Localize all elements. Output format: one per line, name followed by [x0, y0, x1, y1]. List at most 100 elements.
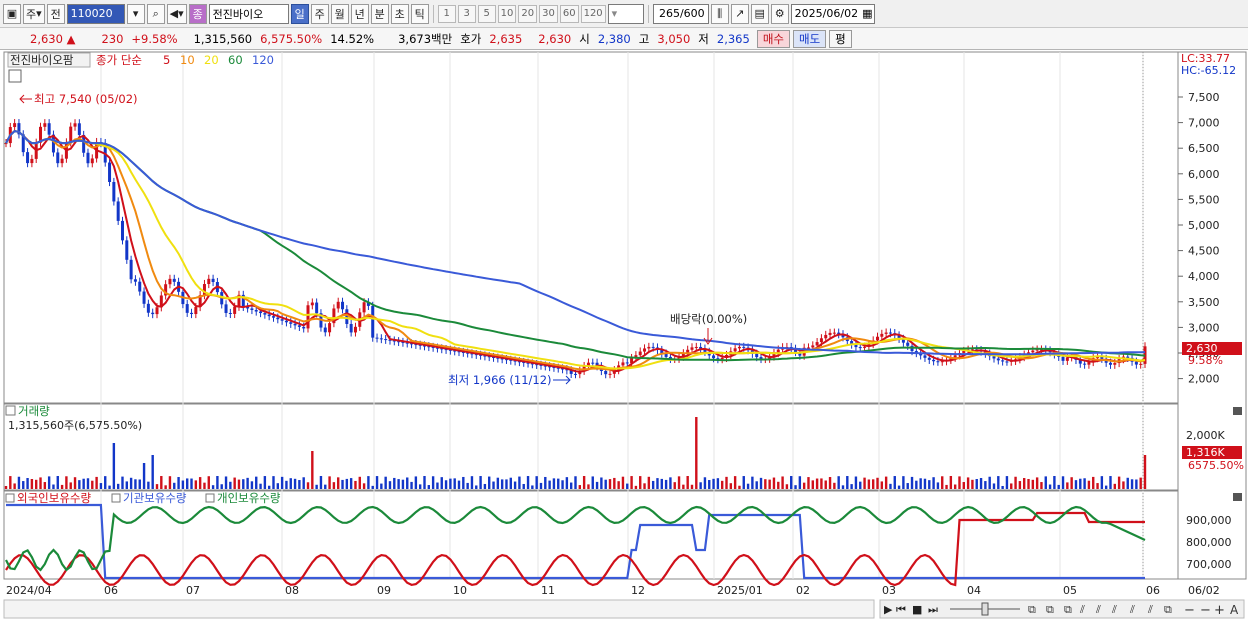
search-icon[interactable]: ⌕ — [146, 3, 165, 24]
stock-name-field[interactable]: 전진바이오 — [208, 3, 289, 24]
holding-legend-icon[interactable] — [5, 493, 15, 503]
volume-bar — [47, 476, 51, 489]
volume-bar — [194, 480, 198, 489]
volume-collapse-icon[interactable] — [1233, 407, 1242, 415]
candle-body — [737, 346, 741, 349]
volume-bar — [979, 478, 983, 489]
candle-type-icon[interactable]: ⫼ — [710, 3, 729, 24]
chart-canvas[interactable]: 전진바이오팜 종가 단순 5 10 20 60 120 LC:33.77 HC:-65.… — [0, 50, 1248, 621]
horizontal-scrollbar[interactable] — [3, 599, 875, 619]
interval-60-button[interactable]: 60 — [559, 4, 579, 23]
date-input[interactable]: 2025/06/02 ▦ — [790, 3, 875, 24]
ma-legend-120: 120 — [252, 53, 274, 67]
tool-c-icon[interactable]: ⫽ — [1111, 603, 1117, 616]
eval-button[interactable]: 평 — [829, 29, 852, 48]
font-size-icon[interactable]: A — [1230, 603, 1239, 617]
volume-panel-icon[interactable] — [5, 405, 16, 416]
code-dropdown-icon[interactable]: ▾ — [126, 3, 145, 24]
scroll-end-icon[interactable]: ⏭ — [928, 603, 938, 616]
volume-bar — [897, 485, 901, 489]
stock-code-input[interactable]: 110020 — [66, 3, 125, 24]
scroll-start-icon[interactable]: ⏮ — [896, 603, 906, 616]
calendar-icon[interactable]: ▦ — [862, 7, 872, 20]
panel-settings-icon[interactable] — [8, 69, 22, 83]
trade-amount: 3,673백만 — [398, 31, 453, 46]
interval-dropdown[interactable]: ▾ — [607, 3, 644, 24]
interval-5-button[interactable]: 5 — [477, 4, 496, 23]
tool-e-icon[interactable]: ⫽ — [1147, 603, 1153, 616]
volume-y-tick: 2,000K — [1186, 429, 1225, 442]
volume-bar — [470, 476, 474, 489]
volume-bar — [988, 476, 991, 489]
market-select[interactable]: 주 ▾ — [23, 3, 45, 24]
split-icon[interactable]: ⧉ — [1064, 603, 1072, 616]
interval-3-button[interactable]: 3 — [457, 4, 476, 23]
volume-bar — [617, 481, 620, 489]
draw-tool-icon[interactable]: ↗ — [730, 3, 749, 24]
volume-bar — [475, 485, 478, 489]
period-week-button[interactable]: 주 — [310, 3, 329, 24]
holding-collapse-icon[interactable] — [1233, 493, 1242, 501]
period-month-button[interactable]: 월 — [330, 3, 349, 24]
interval-10-button[interactable]: 10 — [497, 4, 517, 23]
holding-legend-icon[interactable] — [205, 493, 215, 503]
holding-legend-icon[interactable] — [111, 493, 121, 503]
y-tick-label: 5,000 — [1188, 219, 1220, 232]
volume-bar — [915, 480, 918, 489]
y-tick-label: 6,000 — [1188, 168, 1220, 181]
volume-bar — [720, 480, 724, 489]
tool-a-icon[interactable]: ⫽ — [1079, 603, 1085, 616]
volume-bar — [811, 480, 814, 489]
scroll-right-icon[interactable]: ▶ — [884, 603, 893, 616]
interval-1-button[interactable]: 1 — [437, 4, 456, 23]
volume-bar — [1122, 481, 1125, 489]
layout-icon[interactable]: ▣ — [3, 3, 21, 24]
interval-20-button[interactable]: 20 — [518, 4, 538, 23]
y-tick-label: 7,000 — [1188, 117, 1220, 130]
interval-30-button[interactable]: 30 — [539, 4, 558, 23]
period-year-button[interactable]: 년 — [350, 3, 369, 24]
tool-d-icon[interactable]: ⫽ — [1129, 603, 1135, 616]
candle-body — [574, 373, 577, 375]
zoom-out-icon[interactable]: − — [1200, 603, 1211, 618]
volume-bar — [772, 477, 776, 489]
candle-body — [142, 291, 146, 304]
period-second-button[interactable]: 초 — [390, 3, 409, 24]
volume-bar — [664, 479, 668, 489]
sell-button[interactable]: 매도 — [793, 29, 827, 48]
volume-bar — [1109, 476, 1112, 489]
zoom-in-icon[interactable]: + — [1214, 603, 1225, 618]
volume-bar — [846, 476, 849, 489]
volume-bar — [802, 482, 806, 489]
stop-icon[interactable]: ■ — [912, 603, 922, 616]
period-tick-button[interactable]: 틱 — [410, 3, 429, 24]
candle-body — [306, 305, 310, 329]
volume-bar — [1031, 479, 1035, 489]
interval-120-button[interactable]: 120 — [580, 4, 606, 23]
count-input[interactable]: 265/600 — [652, 3, 709, 24]
speaker-icon[interactable]: ◀▾ — [166, 3, 187, 24]
volume-bar — [116, 483, 120, 489]
prev-button[interactable]: 전 — [46, 3, 65, 24]
gear-icon[interactable]: ⚙ — [770, 3, 789, 24]
volume-bar — [190, 478, 193, 489]
volume-bar — [1001, 485, 1004, 489]
candle-body — [923, 355, 927, 358]
panel-icon[interactable]: ⧉ — [1046, 603, 1054, 616]
copy-icon[interactable]: ⧉ — [1164, 603, 1172, 616]
candle-body — [349, 323, 353, 333]
volume-bar — [56, 476, 59, 489]
volume-rate: 6,575.50% — [260, 31, 323, 46]
volume-bar — [781, 476, 784, 489]
period-minute-button[interactable]: 분 — [370, 3, 389, 24]
x-axis-label: 06/02 — [1188, 584, 1220, 597]
zoom-slider-handle[interactable] — [981, 602, 989, 616]
zoom-out-left-icon[interactable]: − — [1184, 603, 1195, 618]
save-icon[interactable]: ▤ — [750, 3, 769, 24]
tool-b-icon[interactable]: ⫽ — [1095, 603, 1101, 616]
volume-bar — [207, 476, 210, 489]
period-day-button[interactable]: 일 — [290, 3, 309, 24]
volume-bar — [889, 483, 892, 489]
window-icon[interactable]: ⧉ — [1028, 603, 1036, 616]
buy-button[interactable]: 매수 — [756, 29, 790, 48]
